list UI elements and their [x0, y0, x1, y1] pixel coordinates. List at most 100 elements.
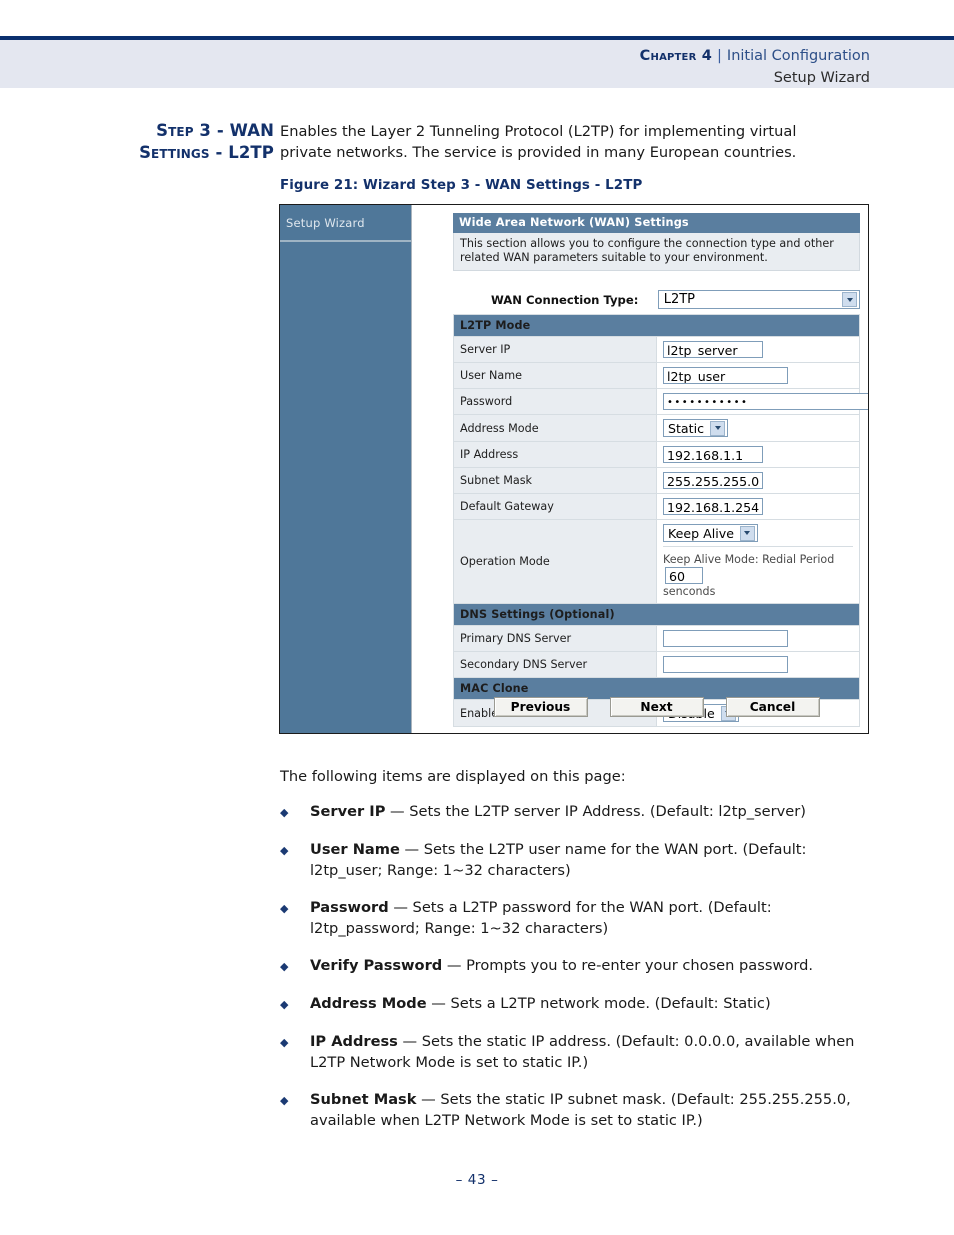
row-label-subnet-mask: Subnet Mask	[453, 467, 657, 494]
list-item-text: Server IP — Sets the L2TP server IP Addr…	[310, 801, 870, 823]
row-label-secondary-dns: Secondary DNS Server	[453, 651, 657, 678]
list-item-text: User Name — Sets the L2TP user name for …	[310, 839, 870, 881]
row-label-user-name: User Name	[453, 362, 657, 389]
row-label-address-mode: Address Mode	[453, 414, 657, 442]
list-item-text: Subnet Mask — Sets the static IP subnet …	[310, 1089, 870, 1131]
row-label-server-ip: Server IP	[453, 336, 657, 363]
intro-paragraph: Enables the Layer 2 Tunneling Protocol (…	[280, 123, 797, 161]
row-label-ip-address: IP Address	[453, 441, 657, 468]
redial-period-input[interactable]: 60	[665, 567, 703, 584]
secondary-dns-input[interactable]	[663, 656, 788, 673]
list-item-term: Server IP	[310, 803, 386, 820]
wan-connection-type-select[interactable]: L2TP	[657, 290, 860, 309]
step-heading-line2: Settings - L2TP	[139, 143, 274, 162]
items-lead-text: The following items are displayed on thi…	[280, 768, 626, 785]
row-label-password: Password	[453, 388, 657, 415]
header-chapter-line: Chapter 4 | Initial Configuration	[640, 48, 870, 64]
table-row: Server IP l2tp_server	[453, 336, 860, 363]
table-section-row: DNS Settings (Optional)	[453, 603, 860, 626]
wan-section-title: Wide Area Network (WAN) Settings	[453, 213, 860, 233]
wizard-settings-table: L2TP Mode Server IP l2tp_server User Nam…	[453, 314, 868, 727]
list-item-term: IP Address	[310, 1033, 398, 1050]
header-separator: |	[717, 48, 722, 64]
list-item: ◆ Address Mode — Sets a L2TP network mod…	[280, 993, 870, 1015]
row-label-primary-dns: Primary DNS Server	[453, 625, 657, 652]
next-button[interactable]: Next	[609, 697, 704, 717]
list-item-term: Subnet Mask	[310, 1091, 417, 1108]
ip-address-input[interactable]: 192.168.1.1	[663, 446, 763, 463]
subnet-mask-input[interactable]: 255.255.255.0	[663, 472, 763, 489]
list-item-desc: — Prompts you to re-enter your chosen pa…	[442, 957, 813, 974]
default-gateway-input[interactable]: 192.168.1.254	[663, 498, 763, 515]
l2tp-section-title: L2TP Mode	[453, 314, 860, 337]
operation-mode-value: Keep Alive	[668, 525, 734, 541]
list-item-text: Password — Sets a L2TP password for the …	[310, 897, 870, 939]
row-value-secondary-dns	[656, 651, 860, 678]
table-row: IP Address 192.168.1.1	[453, 441, 860, 468]
list-item-term: Password	[310, 899, 389, 916]
sidebar-item-setup-wizard[interactable]: Setup Wizard	[280, 205, 411, 242]
list-item-text: Address Mode — Sets a L2TP network mode.…	[310, 993, 870, 1015]
list-item: ◆ Verify Password — Prompts you to re-en…	[280, 955, 870, 977]
address-mode-select[interactable]: Static	[663, 419, 729, 437]
chapter-label: Chapter 4	[639, 48, 713, 64]
table-row: Secondary DNS Server	[453, 651, 860, 678]
row-label-default-gateway: Default Gateway	[453, 493, 657, 520]
primary-dns-input[interactable]	[663, 630, 788, 647]
row-value-default-gateway: 192.168.1.254	[656, 493, 860, 520]
server-ip-input[interactable]: l2tp_server	[663, 341, 763, 358]
row-value-operation-mode: Keep Alive Keep Alive Mode: Redial Perio…	[656, 519, 860, 604]
chevron-down-icon	[842, 292, 857, 307]
table-row: User Name l2tp_user	[453, 362, 860, 389]
row-value-subnet-mask: 255.255.255.0	[656, 467, 860, 494]
list-item-term: Address Mode	[310, 995, 427, 1012]
list-item-text: IP Address — Sets the static IP address.…	[310, 1031, 870, 1073]
operation-mode-select-wrap: Keep Alive	[663, 524, 853, 547]
bullet-diamond-icon: ◆	[280, 998, 289, 1011]
table-row: Default Gateway 192.168.1.254	[453, 493, 860, 520]
chevron-down-icon	[710, 420, 726, 436]
cancel-button[interactable]: Cancel	[725, 697, 820, 717]
list-item: ◆ User Name — Sets the L2TP user name fo…	[280, 839, 870, 881]
password-input[interactable]: •••••••••••	[663, 393, 868, 410]
bullet-diamond-icon: ◆	[280, 902, 289, 915]
bullet-diamond-icon: ◆	[280, 960, 289, 973]
previous-button[interactable]: Previous	[493, 697, 588, 717]
page-running-header: Chapter 4 | Initial Configuration Setup Wi…	[0, 36, 954, 88]
page-number: – 43 –	[455, 1172, 499, 1188]
list-item: ◆ IP Address — Sets the static IP addres…	[280, 1031, 870, 1073]
list-item-term: Verify Password	[310, 957, 443, 974]
redial-period-row: Keep Alive Mode: Redial Period60 sencond…	[663, 547, 853, 599]
operation-mode-select[interactable]: Keep Alive	[663, 524, 758, 542]
chapter-title: Initial Configuration	[726, 48, 870, 64]
row-value-primary-dns	[656, 625, 860, 652]
step-heading-line1: Step 3 - WAN	[156, 121, 274, 140]
user-name-input[interactable]: l2tp_user	[663, 367, 788, 384]
bullet-diamond-icon: ◆	[280, 844, 289, 857]
redial-period-unit: senconds	[663, 585, 716, 598]
list-item-text: Verify Password — Prompts you to re-ente…	[310, 955, 870, 977]
list-item: ◆ Server IP — Sets the L2TP server IP Ad…	[280, 801, 870, 823]
address-mode-value: Static	[668, 420, 705, 436]
table-row: Primary DNS Server	[453, 625, 860, 652]
redial-period-label: Keep Alive Mode: Redial Period	[663, 553, 835, 566]
wizard-button-bar: Previous Next Cancel	[453, 697, 860, 717]
wan-connection-type-label: WAN Connection Type:	[491, 292, 639, 307]
chevron-down-icon	[739, 525, 755, 541]
wizard-sidebar: Setup Wizard	[280, 205, 412, 733]
table-row: Operation Mode Keep Alive Keep Alive Mod…	[453, 519, 860, 604]
list-item: ◆ Subnet Mask — Sets the static IP subne…	[280, 1089, 870, 1131]
table-section-row: L2TP Mode	[453, 314, 860, 337]
row-label-operation-mode: Operation Mode	[453, 519, 657, 604]
table-row: Subnet Mask 255.255.255.0	[453, 467, 860, 494]
row-value-ip-address: 192.168.1.1	[656, 441, 860, 468]
bullet-diamond-icon: ◆	[280, 1094, 289, 1107]
figure-caption: Figure 21: Wizard Step 3 - WAN Settings …	[280, 178, 643, 193]
wan-section-description: This section allows you to configure the…	[453, 233, 860, 271]
list-item-desc: — Sets the L2TP server IP Address. (Defa…	[385, 803, 806, 820]
wan-connection-type-row: WAN Connection Type: L2TP	[453, 271, 860, 314]
wizard-main-panel: Wide Area Network (WAN) Settings This se…	[412, 205, 868, 733]
step-heading: Step 3 - WAN Settings - L2TP	[96, 120, 274, 164]
list-item-term: User Name	[310, 841, 400, 858]
row-value-address-mode: Static	[656, 414, 860, 442]
